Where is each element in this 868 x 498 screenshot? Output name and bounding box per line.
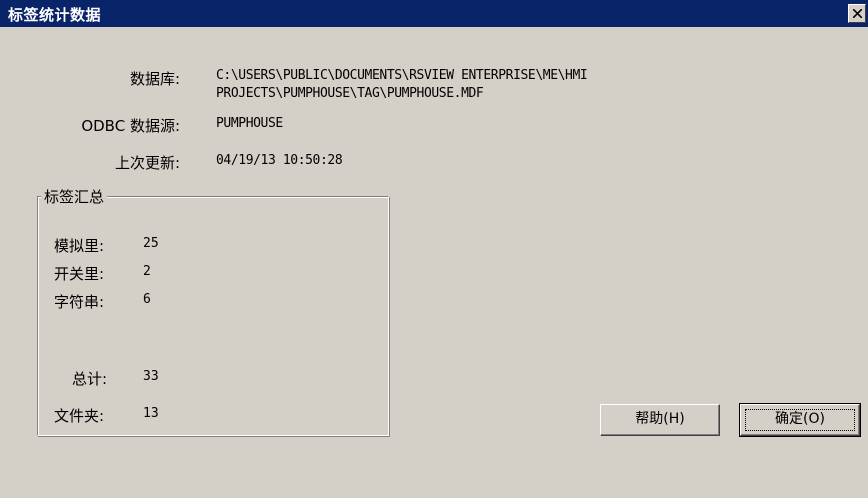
database-label: 数据库: <box>129 70 180 88</box>
help-button-label: 帮助(H) <box>635 411 685 427</box>
close-icon <box>853 9 862 18</box>
database-path-line1: C:\USERS\PUBLIC\DOCUMENTS\RSVIEW ENTERPR… <box>216 68 588 83</box>
digital-label: 开关里: <box>54 265 105 283</box>
odbc-source-value: PUMPHOUSE <box>216 116 283 131</box>
analog-label: 模拟里: <box>54 237 105 255</box>
last-update-label: 上次更新: <box>114 154 180 172</box>
string-value: 6 <box>143 292 151 307</box>
digital-value: 2 <box>143 264 151 279</box>
ok-button-focus-rect <box>745 409 855 431</box>
tag-summary-groupbox <box>37 196 389 436</box>
odbc-source-label: ODBC 数据源: <box>81 117 180 135</box>
string-label: 字符串: <box>54 293 105 311</box>
folder-value: 13 <box>143 406 159 421</box>
ok-button[interactable]: 确定(O) <box>739 403 861 437</box>
total-label: 总计: <box>72 370 108 388</box>
analog-value: 25 <box>143 236 159 251</box>
last-update-value: 04/19/13 10:50:28 <box>216 153 343 168</box>
database-path-line2: PROJECTS\PUMPHOUSE\TAG\PUMPHOUSE.MDF <box>216 86 484 101</box>
help-button[interactable]: 帮助(H) <box>600 404 720 436</box>
tag-summary-title: 标签汇总 <box>41 186 108 207</box>
window-title: 标签统计数据 <box>8 6 102 24</box>
folder-label: 文件夹: <box>54 407 105 425</box>
tag-statistics-dialog: 标签统计数据 数据库: C:\USERS\PUBLIC\DOCUMENTS\RS… <box>0 0 868 498</box>
total-value: 33 <box>143 369 159 384</box>
title-bar[interactable]: 标签统计数据 <box>0 0 868 27</box>
close-button[interactable] <box>848 4 866 23</box>
